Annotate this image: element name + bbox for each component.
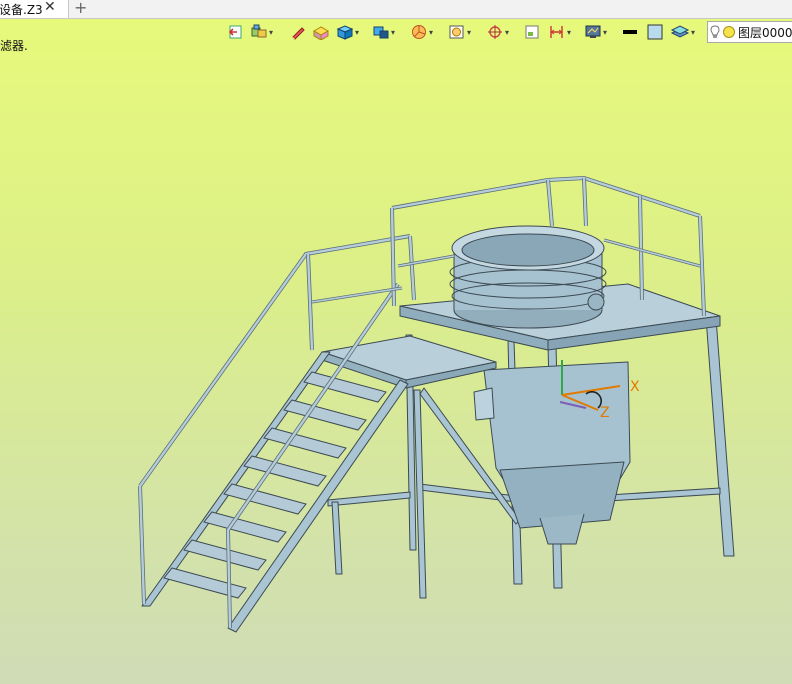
model-viewport[interactable]: X Z	[0, 0, 792, 684]
frame-post	[705, 317, 735, 557]
axis-x-label: X	[630, 379, 640, 395]
frame-post	[331, 501, 343, 575]
vessel-port	[473, 387, 495, 421]
frame-post	[413, 389, 427, 599]
axis-z-label: Z	[600, 405, 610, 421]
vessel-outlet	[539, 513, 585, 545]
frame-beam	[327, 491, 411, 507]
drum-nozzle	[587, 293, 605, 311]
